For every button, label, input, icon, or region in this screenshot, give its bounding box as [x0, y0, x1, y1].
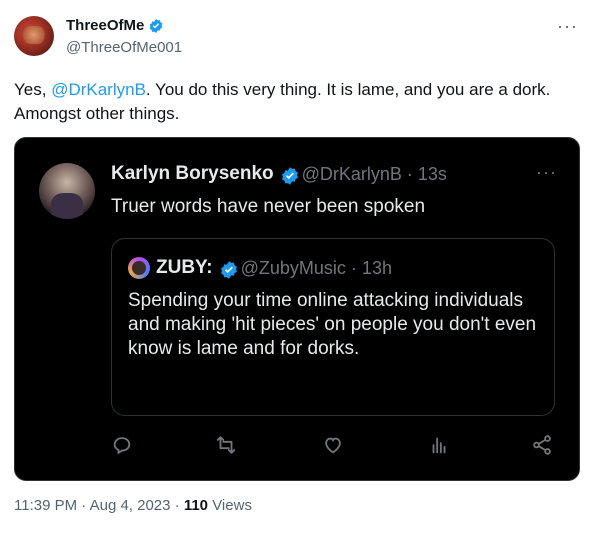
views-icon	[428, 434, 452, 458]
tweet-timestamp[interactable]: 11:39 PM · Aug 4, 2023 ·	[14, 497, 184, 514]
quoted-header: ZUBY: @ZubyMusic · 13h	[128, 257, 392, 279]
quoted-avatar	[128, 257, 150, 279]
tweet: ThreeOfMe @ThreeOfMe001 ··· Yes, @DrKarl…	[0, 0, 596, 533]
embedded-name-row: Karlyn Borysenko @DrKarlynB · 13s	[111, 163, 447, 185]
share-icon	[531, 434, 555, 458]
more-options-icon[interactable]: ···	[557, 16, 578, 37]
embedded-verified-icon	[280, 166, 298, 185]
retweet-icon	[215, 434, 239, 458]
mention-link[interactable]: @DrKarlynB	[51, 80, 146, 99]
views-count: 110	[183, 497, 209, 514]
like-icon	[322, 434, 346, 458]
author-name-row: ThreeOfMe	[66, 17, 164, 34]
embedded-avatar	[39, 163, 95, 219]
views-label: Views	[208, 497, 252, 514]
author-display-name[interactable]: ThreeOfMe	[66, 17, 144, 34]
author-handle[interactable]: @ThreeOfMe001	[66, 39, 182, 56]
tweet-text: Yes, @DrKarlynB. You do this very thing.…	[14, 78, 574, 126]
embedded-more-icon: ···	[536, 162, 557, 182]
author-avatar[interactable]	[14, 16, 54, 56]
verified-badge-icon	[148, 18, 164, 34]
quoted-verified-icon	[219, 260, 237, 279]
reply-icon	[111, 434, 135, 458]
embedded-display-name: Karlyn Borysenko	[111, 163, 274, 184]
tweet-text-start: Yes,	[14, 80, 52, 99]
embedded-image[interactable]: Karlyn Borysenko @DrKarlynB · 13s ··· Tr…	[14, 137, 580, 481]
embedded-handle-time: @DrKarlynB · 13s	[301, 163, 447, 184]
quoted-text: Spending your time online attacking indi…	[128, 290, 537, 359]
quoted-handle-time: @ZubyMusic · 13h	[240, 257, 392, 278]
tweet-meta: 11:39 PM · Aug 4, 2023 · 110 Views	[14, 497, 252, 514]
embedded-action-bar	[111, 434, 555, 458]
embedded-text: Truer words have never been spoken	[111, 196, 426, 217]
quoted-tweet-card: ZUBY: @ZubyMusic · 13h Spending your tim…	[111, 238, 555, 416]
quoted-display-name: ZUBY:	[156, 257, 213, 278]
